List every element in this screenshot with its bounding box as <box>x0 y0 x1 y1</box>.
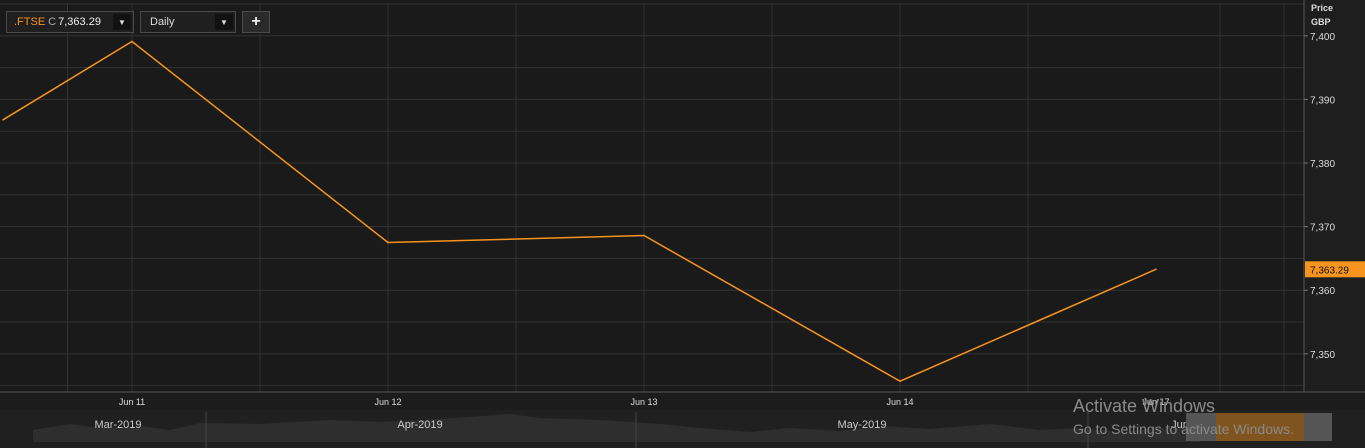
navigator-right-handle[interactable] <box>1304 413 1332 441</box>
y-tick-label: 7,350 <box>1310 350 1335 361</box>
data-point <box>131 40 133 43</box>
close-prefix: C <box>48 16 57 28</box>
chart-grid <box>0 3 1304 392</box>
chart-toolbar: .FTSE C 7,363.29 ▼ Daily ▼ + <box>6 11 270 33</box>
data-point <box>1155 268 1157 271</box>
y-tick-label: 7,380 <box>1310 159 1335 170</box>
y-tick-label: 7,360 <box>1310 286 1335 297</box>
caret-down-icon[interactable]: ▼ <box>215 14 233 30</box>
data-point <box>2 119 4 121</box>
symbol-last-value: 7,363.29 <box>58 16 101 28</box>
data-point <box>387 241 389 244</box>
x-tick-label: Jun 13 <box>630 397 657 407</box>
symbol-ric: .FTSE <box>14 16 46 28</box>
windows-watermark-title: Activate Windows <box>1073 396 1216 416</box>
navigator-label: Apr-2019 <box>397 419 442 431</box>
price-axis-title: Price <box>1311 3 1334 13</box>
interval-label: Daily <box>150 16 175 28</box>
windows-watermark-text: Go to Settings to activate Windows. <box>1073 421 1294 437</box>
y-axis: 7,350 7,360 7,370 7,380 7,390 7,400 7,363.29 <box>1303 0 1365 392</box>
plot-area <box>0 4 1304 392</box>
navigator-label: May-2019 <box>838 419 887 431</box>
add-study-button[interactable]: + <box>242 11 270 33</box>
navigator-label: Mar-2019 <box>94 419 141 431</box>
plus-icon: + <box>251 13 261 30</box>
x-tick-label: Jun 12 <box>374 397 401 407</box>
symbol-selector[interactable]: .FTSE C 7,363.29 ▼ <box>6 11 134 33</box>
last-value-label: 7,363.29 <box>1310 265 1349 276</box>
data-point <box>643 234 645 237</box>
data-point <box>899 380 901 383</box>
y-tick-label: 7,400 <box>1310 32 1335 43</box>
y-tick-label: 7,390 <box>1310 95 1335 106</box>
y-tick-label: 7,370 <box>1310 223 1335 234</box>
x-tick-label: Jun 11 <box>119 397 145 407</box>
x-tick-label: Jun 14 <box>886 397 913 407</box>
price-chart: 7,350 7,360 7,370 7,380 7,390 7,400 7,363.29 J… <box>0 0 1365 448</box>
currency-axis-title: GBP <box>1311 17 1331 27</box>
interval-selector[interactable]: Daily ▼ <box>140 11 236 33</box>
caret-down-icon[interactable]: ▼ <box>113 14 131 30</box>
y-axis-panel <box>1304 0 1365 392</box>
